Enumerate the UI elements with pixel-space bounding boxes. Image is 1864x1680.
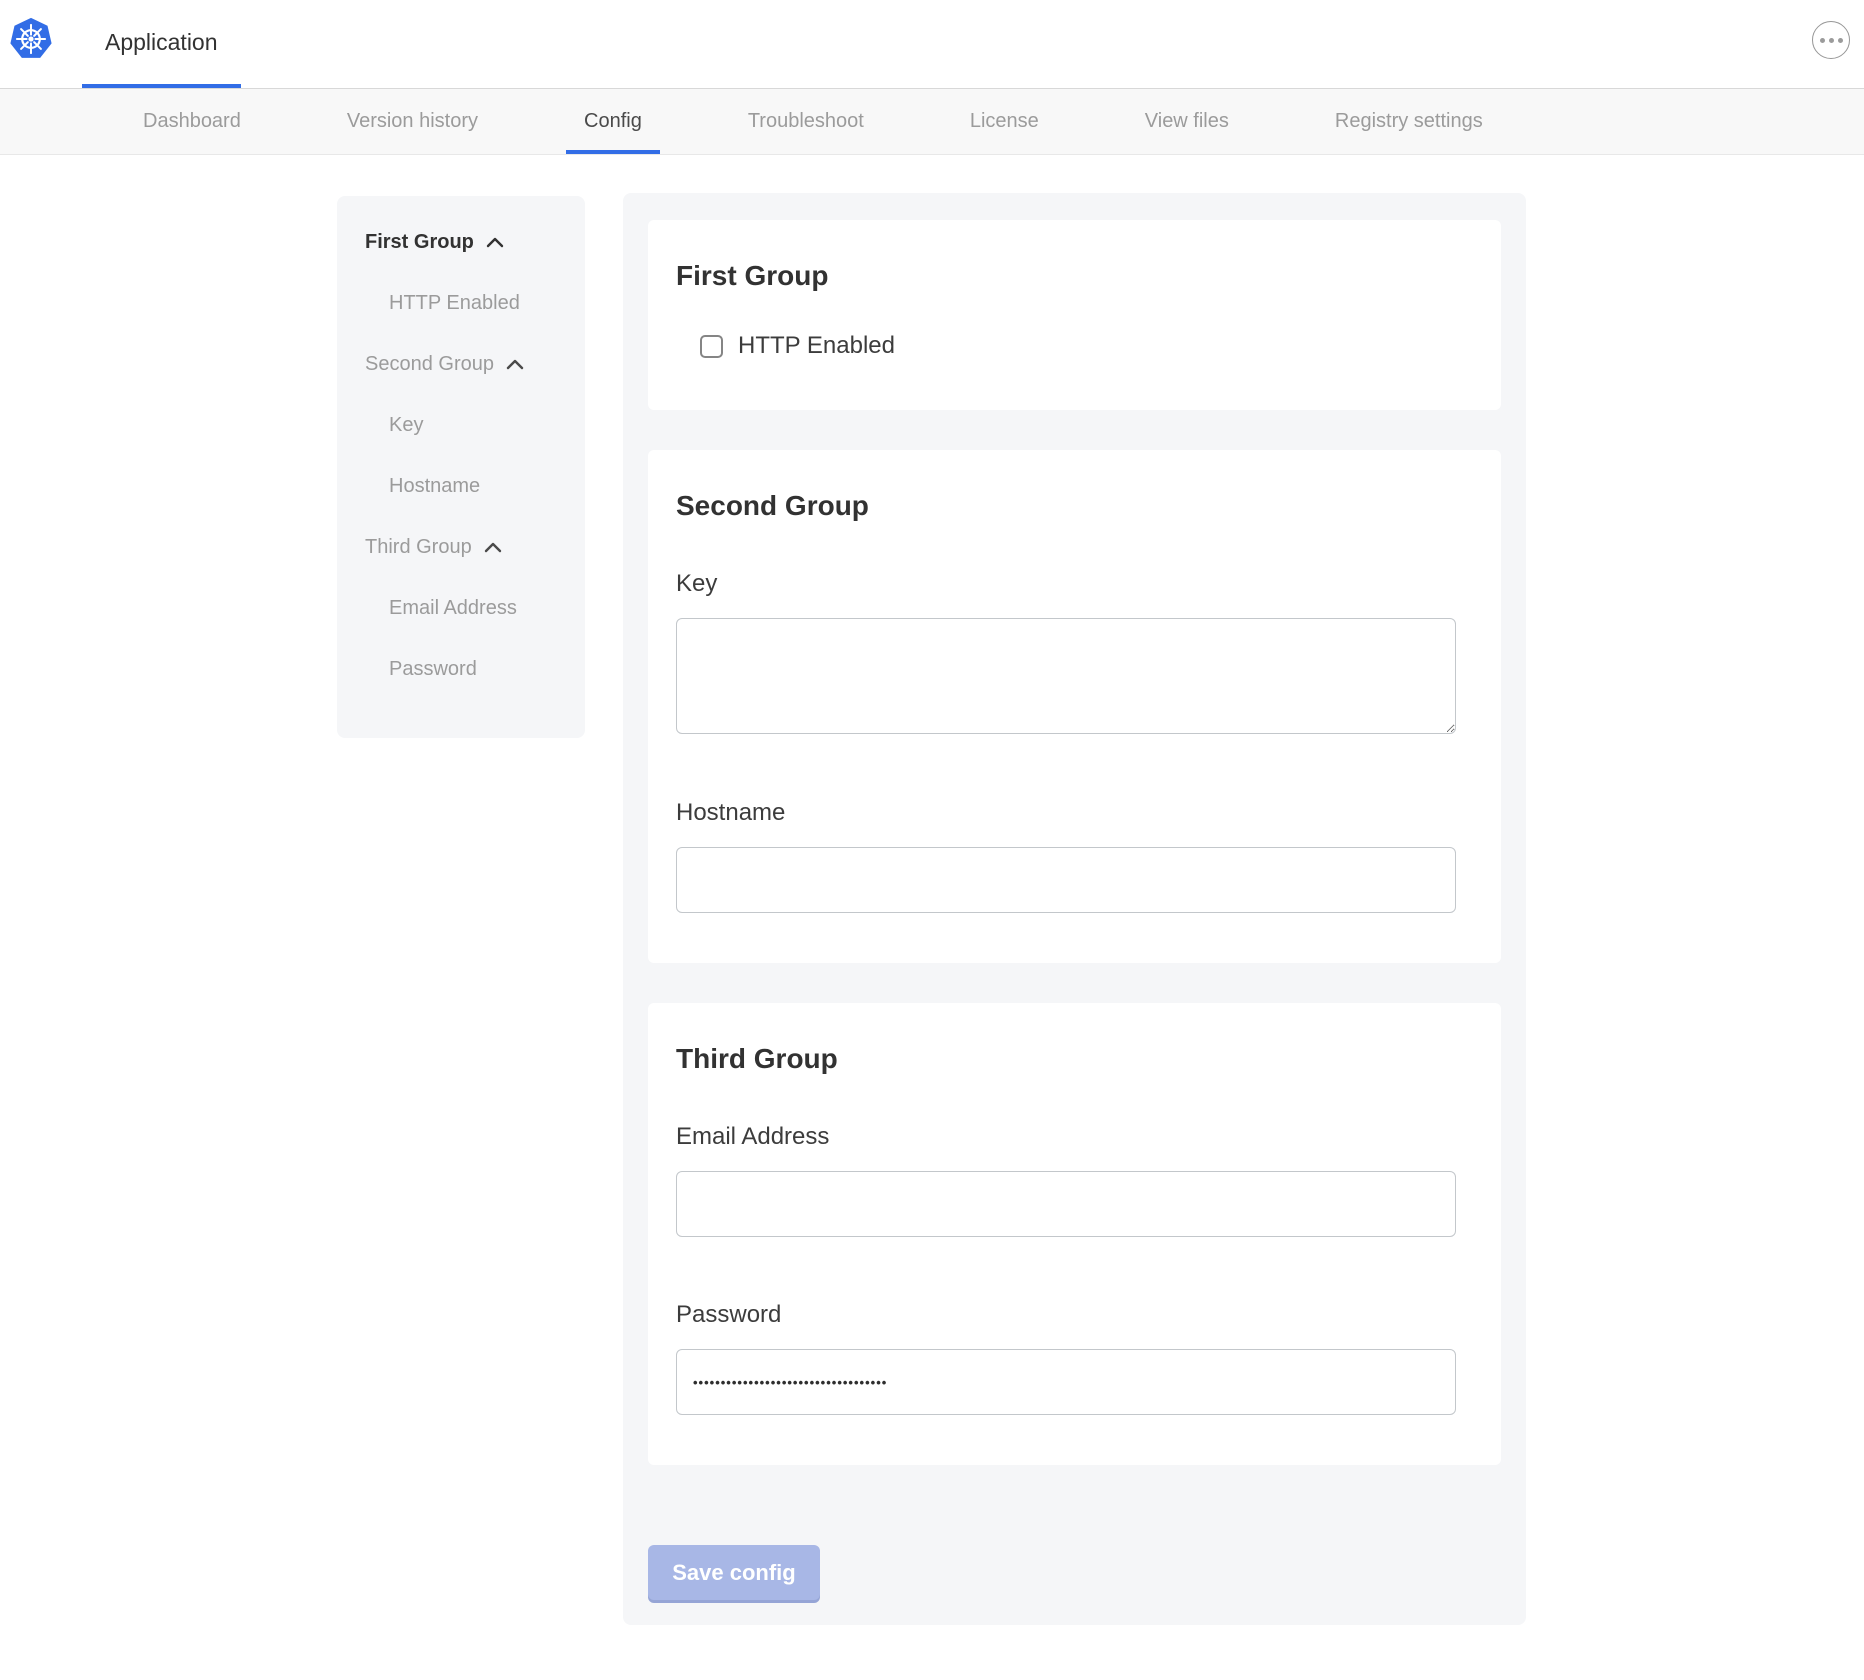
chevron-up-icon (486, 237, 504, 248)
key-textarea[interactable] (676, 618, 1456, 734)
sidebar-group-first-group[interactable]: First Group (337, 212, 585, 273)
ellipsis-icon (1820, 38, 1825, 43)
group-title-third: Third Group (676, 1043, 1456, 1075)
key-label: Key (676, 570, 1456, 598)
app-tab-label: Application (105, 29, 218, 56)
config-sidebar: First Group HTTP Enabled Second Group Ke… (337, 196, 585, 738)
tab-application[interactable]: Application (82, 0, 241, 88)
kubernetes-logo-icon (9, 16, 53, 62)
sidebar-group-second-group[interactable]: Second Group (337, 334, 585, 395)
app-header: Application (0, 0, 1864, 89)
sidebar-group-third-group[interactable]: Third Group (337, 517, 585, 578)
http-enabled-row: HTTP Enabled (700, 332, 1456, 360)
email-input[interactable] (676, 1171, 1456, 1237)
tab-version-history[interactable]: Version history (329, 89, 496, 154)
tab-registry-settings[interactable]: Registry settings (1317, 89, 1501, 154)
config-group-card-second: Second Group Key Hostname (648, 450, 1501, 963)
group-title-first: First Group (676, 260, 1456, 292)
sidebar-item-key[interactable]: Key (337, 395, 585, 456)
hostname-label: Hostname (676, 799, 1456, 827)
tab-view-files[interactable]: View files (1127, 89, 1247, 154)
http-enabled-label[interactable]: HTTP Enabled (738, 332, 895, 360)
tab-dashboard[interactable]: Dashboard (125, 89, 259, 154)
email-label: Email Address (676, 1123, 1456, 1151)
config-group-card-third: Third Group Email Address Password (648, 1003, 1501, 1465)
chevron-up-icon (506, 359, 524, 370)
save-config-button[interactable]: Save config (648, 1545, 820, 1600)
chevron-up-icon (484, 542, 502, 553)
password-label: Password (676, 1301, 1456, 1329)
config-group-card-first: First Group HTTP Enabled (648, 220, 1501, 410)
sidebar-item-password[interactable]: Password (337, 639, 585, 700)
config-form-area: First Group HTTP Enabled Second Group Ke… (623, 193, 1526, 1625)
hostname-field-block: Hostname (676, 799, 1456, 913)
tab-license[interactable]: License (952, 89, 1057, 154)
key-field-block: Key (676, 570, 1456, 739)
more-options-button[interactable] (1812, 21, 1850, 59)
sidebar-item-hostname[interactable]: Hostname (337, 456, 585, 517)
app-navbar: Dashboard Version history Config Trouble… (0, 89, 1864, 155)
password-field-block: Password (676, 1301, 1456, 1415)
sidebar-item-http-enabled[interactable]: HTTP Enabled (337, 273, 585, 334)
config-page: First Group HTTP Enabled Second Group Ke… (0, 155, 1864, 1679)
http-enabled-checkbox[interactable] (700, 335, 723, 358)
hostname-input[interactable] (676, 847, 1456, 913)
email-field-block: Email Address (676, 1123, 1456, 1237)
tab-config[interactable]: Config (566, 89, 660, 154)
tab-troubleshoot[interactable]: Troubleshoot (730, 89, 882, 154)
sidebar-item-email-address[interactable]: Email Address (337, 578, 585, 639)
password-input[interactable] (676, 1349, 1456, 1415)
group-title-second: Second Group (676, 490, 1456, 522)
